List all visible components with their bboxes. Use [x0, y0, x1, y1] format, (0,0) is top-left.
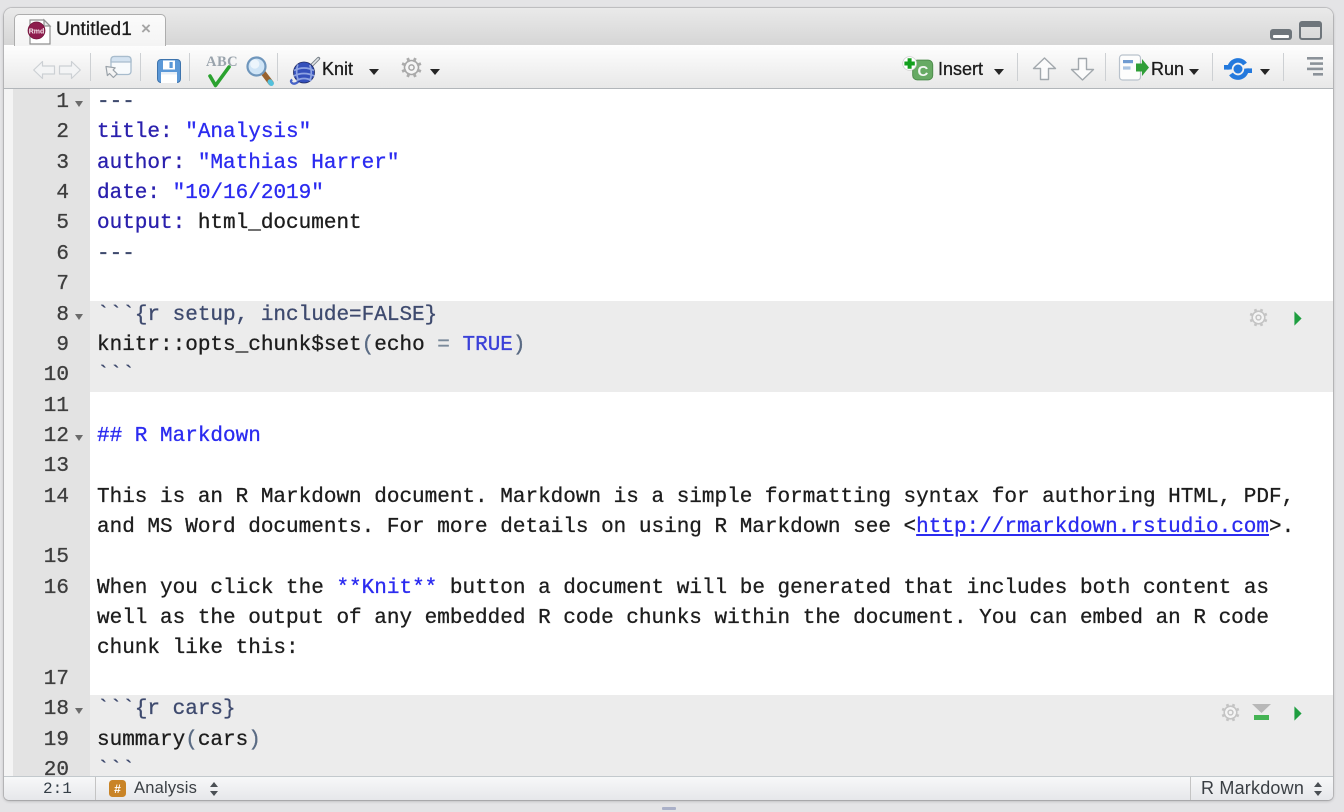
svg-text:C: C	[917, 63, 928, 80]
svg-text:ABC: ABC	[206, 55, 237, 70]
svg-text:#: #	[114, 782, 121, 796]
svg-text:Rmd: Rmd	[29, 29, 45, 36]
